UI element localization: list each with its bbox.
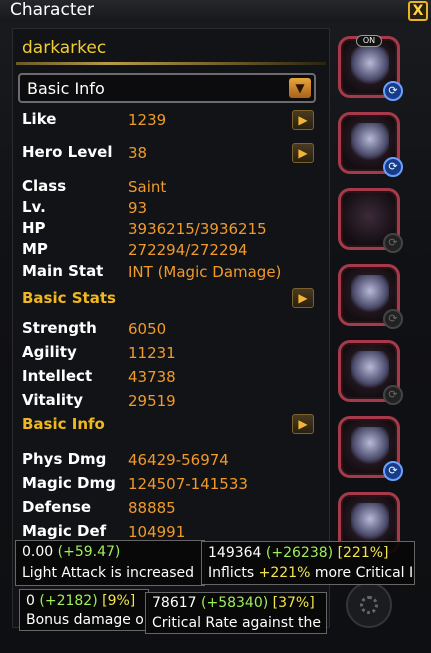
chevron-down-icon[interactable]: ▼ (289, 78, 311, 98)
strength-value: 6050 (128, 320, 167, 338)
main-stat-label: Main Stat (22, 262, 104, 280)
character-window: Character X darkarkec Basic Info ▼ Like … (0, 0, 431, 653)
basic-stats-detail-button[interactable]: ▶ (292, 288, 314, 308)
equip-slot-chest[interactable]: ⟳ (338, 112, 403, 177)
section-basic-info: Basic Info (22, 415, 105, 433)
boots-icon (351, 427, 389, 467)
like-detail-button[interactable]: ▶ (292, 110, 314, 130)
tooltip-percent: [221%] (337, 545, 389, 561)
intellect-value: 43738 (128, 368, 176, 386)
divider-ornament (16, 62, 326, 65)
tooltip-light-attack: 0.00 (+59.47) Light Attack is increased (15, 540, 205, 586)
mp-label: MP (22, 240, 48, 258)
window-title: Character (10, 0, 94, 20)
character-name: darkarkec (22, 38, 107, 58)
magic-def-value: 104991 (128, 523, 186, 541)
equip-slot-legs[interactable]: ⟳ (338, 340, 403, 405)
tooltip-percent: [9%] (102, 593, 136, 609)
like-value: 1239 (128, 111, 167, 129)
hp-value: 3936215/3936215 (128, 220, 267, 238)
phys-dmg-label: Phys Dmg (22, 450, 107, 468)
tooltip-bonus: (+2182) (39, 593, 98, 609)
dotted-ring-icon (360, 596, 378, 614)
chest-armor-icon (351, 123, 389, 163)
strength-label: Strength (22, 319, 97, 337)
accessory-icon (351, 503, 389, 543)
tooltip-bonus: (+58340) (201, 595, 269, 611)
tooltip-base: 0.00 (22, 544, 54, 560)
tooltip-desc-highlight: +221% (258, 565, 311, 581)
hp-label: HP (22, 219, 46, 237)
title-bar[interactable]: Character X (0, 0, 431, 22)
swap-icon[interactable]: ⟳ (383, 81, 403, 101)
magic-dmg-value: 124507-141533 (128, 475, 248, 493)
magic-dmg-label: Magic Dmg (22, 474, 116, 492)
tooltip-bonus-damage: 0 (+2182) [9%] Bonus damage o (19, 589, 149, 631)
gloves-icon (351, 275, 389, 315)
hero-level-value: 38 (128, 144, 148, 162)
defense-label: Defense (22, 498, 92, 516)
agility-value: 11231 (128, 344, 176, 362)
tooltip-percent: [37%] (272, 595, 315, 611)
class-value: Saint (128, 178, 167, 196)
tooltip-base: 149364 (208, 545, 262, 561)
on-indicator-badge[interactable]: ON (356, 35, 382, 47)
dropdown-selected-value: Basic Info (27, 79, 105, 98)
intellect-label: Intellect (22, 367, 93, 385)
tooltip-desc-a: Inflicts (208, 565, 259, 581)
mp-value: 272294/272294 (128, 241, 248, 259)
swap-icon[interactable]: ⟳ (383, 461, 403, 481)
swap-icon[interactable]: ⟳ (383, 233, 403, 253)
tooltip-desc: Light Attack is increased (22, 565, 195, 581)
swap-icon[interactable]: ⟳ (383, 309, 403, 329)
hero-level-label: Hero Level (22, 143, 113, 161)
main-stat-value: INT (Magic Damage) (128, 263, 282, 281)
swap-icon[interactable]: ⟳ (383, 157, 403, 177)
class-label: Class (22, 177, 67, 195)
level-label: Lv. (22, 198, 46, 216)
equip-slot-boots[interactable]: ⟳ (338, 416, 403, 481)
like-label: Like (22, 110, 57, 128)
tooltip-desc-c: more Critical I (310, 565, 414, 581)
equip-slot-empty[interactable]: ⟳ (338, 188, 403, 253)
vitality-label: Vitality (22, 391, 84, 409)
tooltip-desc: Critical Rate against the (152, 615, 321, 631)
defense-value: 88885 (128, 499, 176, 517)
vitality-value: 29519 (128, 392, 176, 410)
level-value: 93 (128, 199, 148, 217)
swap-icon[interactable]: ⟳ (383, 385, 403, 405)
tooltip-base: 78617 (152, 595, 197, 611)
equip-slot-gloves[interactable]: ⟳ (338, 264, 403, 329)
section-basic-stats: Basic Stats (22, 289, 116, 307)
tooltip-desc: Bonus damage o (26, 612, 144, 628)
equip-slot-weapon[interactable]: ON ⟳ (338, 35, 403, 101)
info-category-dropdown[interactable]: Basic Info ▼ (18, 73, 316, 103)
magic-def-label: Magic Def (22, 522, 107, 540)
basic-info-detail-button[interactable]: ▶ (292, 414, 314, 434)
tooltip-bonus: (+59.47) (57, 544, 121, 560)
weapon-icon (351, 47, 389, 87)
equip-slot-extra[interactable] (346, 582, 392, 628)
tooltip-critical-rate: 78617 (+58340) [37%] Critical Rate again… (145, 592, 327, 634)
close-button[interactable]: X (408, 1, 428, 21)
agility-label: Agility (22, 343, 77, 361)
tooltip-critical: 149364 (+26238) [221%] Inflicts +221% mo… (201, 541, 415, 585)
tooltip-bonus: (+26238) (265, 545, 334, 561)
phys-dmg-value: 46429-56974 (128, 451, 229, 469)
hero-level-detail-button[interactable]: ▶ (292, 143, 314, 163)
tooltip-base: 0 (26, 593, 35, 609)
legs-armor-icon (351, 351, 389, 391)
